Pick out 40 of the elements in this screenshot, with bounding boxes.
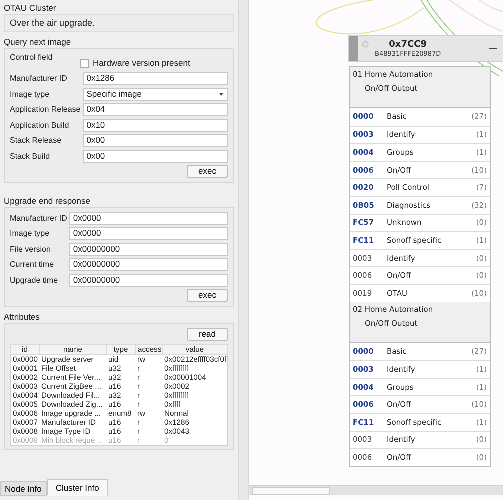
tab[interactable]: Node Info xyxy=(0,481,47,496)
field-label: Application Build xyxy=(10,120,70,130)
section-title: Query next image xyxy=(4,37,72,48)
horizontal-scrollbar[interactable] xyxy=(249,485,503,495)
field-label: File version xyxy=(10,244,52,254)
field-label: Stack Build xyxy=(10,152,52,160)
input-field[interactable]: 0x00000000 xyxy=(69,242,228,256)
field-label: Manufacturer ID xyxy=(10,214,68,222)
input-field[interactable]: 0x00000000 xyxy=(69,258,228,271)
section-title: OTAU Cluster xyxy=(4,3,58,14)
exec-button[interactable]: exec xyxy=(187,288,228,302)
section-title: Attributes xyxy=(4,312,41,322)
node-address: 0x7CC9 xyxy=(389,40,427,50)
image-type-dropdown[interactable]: Specific image xyxy=(82,88,228,100)
field-label: Image type xyxy=(10,229,51,238)
field-label: Current time xyxy=(10,260,56,269)
field-label: Upgrade time xyxy=(10,276,60,284)
input-field[interactable]: 0x00000000 xyxy=(69,274,228,286)
circle-icon xyxy=(362,40,369,48)
splitter-handle[interactable] xyxy=(238,0,249,500)
field-label: Stack Release xyxy=(10,136,63,145)
caret-icon xyxy=(219,92,224,96)
input-field[interactable]: 0x00 xyxy=(82,134,228,147)
description-box: Over the air upgrade. xyxy=(4,14,234,32)
exec-button[interactable]: exec xyxy=(187,164,228,178)
input-field[interactable]: 0x04 xyxy=(82,103,228,116)
section-title: Upgrade end response xyxy=(4,196,92,206)
input-field[interactable]: 0x1286 xyxy=(82,72,228,85)
tab[interactable]: Cluster Info xyxy=(46,479,108,496)
input-field[interactable]: 0x10 xyxy=(82,118,228,132)
input-field[interactable]: 0x00 xyxy=(82,150,228,162)
field-label: Control field xyxy=(10,53,54,62)
field-label: Manufacturer ID xyxy=(10,74,68,83)
hardware-version-checkbox[interactable]: Hardware version present xyxy=(80,58,190,68)
input-field[interactable]: 0x0000 xyxy=(69,212,228,224)
field-label: Image type xyxy=(10,90,51,98)
minus-icon[interactable] xyxy=(489,48,497,50)
field-label: Application Release xyxy=(10,105,81,114)
input-field[interactable]: 0x0000 xyxy=(69,227,228,240)
read-button[interactable]: read xyxy=(187,328,228,340)
